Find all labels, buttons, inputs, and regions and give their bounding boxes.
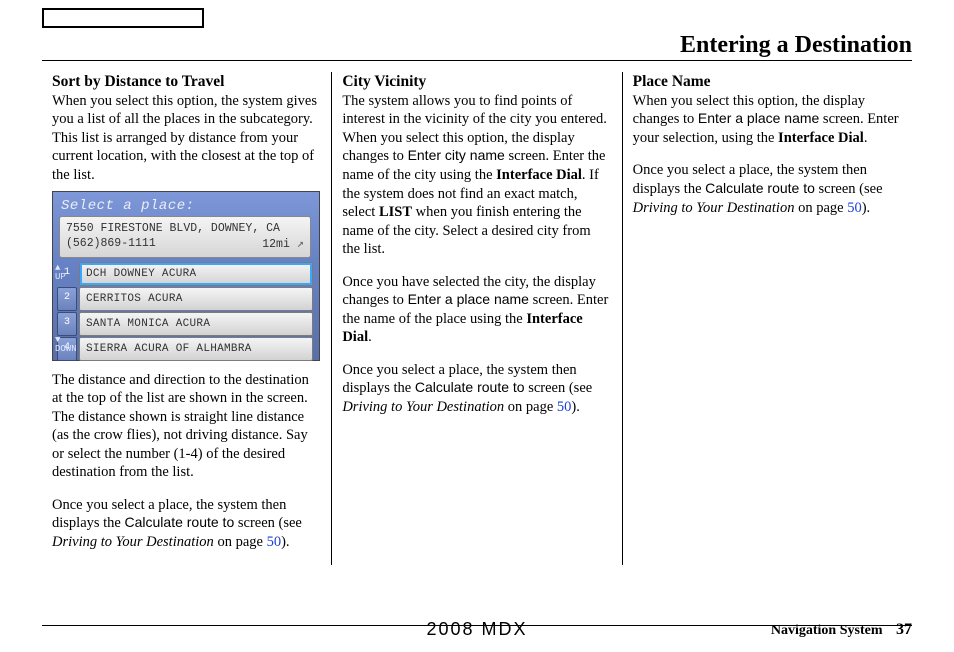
ref-driving-destination: Driving to Your Destination bbox=[633, 200, 795, 216]
bold-interface-dial: Interface Dial bbox=[778, 130, 864, 146]
nav-screen-title: Select a place: bbox=[61, 198, 195, 216]
nav-row-label: CERRITOS ACURA bbox=[79, 287, 313, 311]
nav-row-label: SANTA MONICA ACURA bbox=[79, 312, 313, 336]
nav-row-3: 3 SANTA MONICA ACURA bbox=[57, 312, 313, 336]
col1-para2: The distance and direction to the destin… bbox=[52, 371, 321, 482]
nav-row-label: SIERRA ACURA OF ALHAMBRA bbox=[79, 337, 313, 361]
text: screen (see bbox=[815, 181, 883, 197]
col2-para3: Once you select a place, the system then… bbox=[342, 361, 611, 417]
column-2: City Vicinity The system allows you to f… bbox=[331, 72, 621, 565]
bold-list: LIST bbox=[379, 204, 412, 220]
ui-text-enter-city-name: Enter city name bbox=[408, 147, 505, 163]
column-1: Sort by Distance to Travel When you sele… bbox=[42, 72, 331, 565]
nav-row-label: DCH DOWNEY ACURA bbox=[79, 262, 313, 286]
text: ). bbox=[281, 534, 289, 550]
nav-row-2: 2 CERRITOS ACURA bbox=[57, 287, 313, 311]
heading-city-vicinity: City Vicinity bbox=[342, 72, 611, 92]
nav-down-icon: ▼DOWN bbox=[55, 336, 77, 354]
ui-text-calculate-route: Calculate route to bbox=[415, 379, 525, 395]
col3-para2: Once you select a place, the system then… bbox=[633, 161, 902, 217]
ref-driving-destination: Driving to Your Destination bbox=[342, 399, 504, 415]
page-title: Entering a Destination bbox=[680, 30, 912, 61]
text: on page bbox=[214, 534, 267, 550]
horizontal-rule bbox=[42, 60, 912, 61]
nav-row-num: 2 bbox=[57, 287, 77, 311]
heading-place-name: Place Name bbox=[633, 72, 902, 92]
footer-section-label: Navigation System 37 bbox=[771, 620, 912, 640]
ui-text-enter-place-name: Enter a place name bbox=[408, 291, 529, 307]
nav-row-num: 1 bbox=[57, 262, 77, 286]
text: ). bbox=[571, 399, 579, 415]
text: ). bbox=[862, 200, 870, 216]
ui-text-enter-place-name: Enter a place name bbox=[698, 110, 819, 126]
footer: 2008 MDX Navigation System 37 bbox=[42, 625, 912, 630]
nav-result-list: 1 DCH DOWNEY ACURA 2 CERRITOS ACURA 3 SA… bbox=[57, 262, 313, 356]
nav-direction-arrow-icon: ↗ bbox=[297, 237, 304, 251]
ref-driving-destination: Driving to Your Destination bbox=[52, 534, 214, 550]
nav-address: 7550 FIRESTONE BLVD, DOWNEY, CA bbox=[66, 221, 304, 237]
col1-para3: Once you select a place, the system then… bbox=[52, 496, 321, 552]
nav-screenshot: Select a place: 7550 FIRESTONE BLVD, DOW… bbox=[52, 191, 320, 361]
nav-info-panel: 7550 FIRESTONE BLVD, DOWNEY, CA (562)869… bbox=[59, 216, 311, 258]
ui-text-calculate-route: Calculate route to bbox=[125, 514, 235, 530]
column-3: Place Name When you select this option, … bbox=[622, 72, 912, 565]
nav-phone: (562)869-1111 bbox=[66, 236, 156, 253]
text: screen (see bbox=[525, 380, 593, 396]
heading-sort-distance: Sort by Distance to Travel bbox=[52, 72, 321, 92]
text: on page bbox=[794, 200, 847, 216]
nav-row-1: 1 DCH DOWNEY ACURA bbox=[57, 262, 313, 286]
nav-row-num: 3 bbox=[57, 312, 77, 336]
text: on page bbox=[504, 399, 557, 415]
text: . bbox=[864, 130, 868, 146]
nav-distance: 12mi bbox=[262, 238, 290, 251]
page-link-50[interactable]: 50 bbox=[557, 399, 572, 415]
page-link-50[interactable]: 50 bbox=[847, 200, 862, 216]
text: . bbox=[368, 329, 372, 345]
nav-row-4: 4 SIERRA ACURA OF ALHAMBRA bbox=[57, 337, 313, 361]
ui-text-calculate-route: Calculate route to bbox=[705, 180, 815, 196]
bold-interface-dial: Interface Dial bbox=[496, 167, 582, 183]
page-link-50[interactable]: 50 bbox=[267, 534, 282, 550]
top-empty-box bbox=[42, 8, 204, 28]
col1-para1: When you select this option, the system … bbox=[52, 92, 321, 185]
col2-para2: Once you have selected the city, the dis… bbox=[342, 273, 611, 347]
text: screen (see bbox=[234, 515, 302, 531]
col2-para1: The system allows you to find points of … bbox=[342, 92, 611, 259]
footer-page-number: 37 bbox=[896, 621, 912, 638]
content-columns: Sort by Distance to Travel When you sele… bbox=[42, 72, 912, 565]
col3-para1: When you select this option, the display… bbox=[633, 92, 902, 148]
footer-label-text: Navigation System bbox=[771, 623, 883, 638]
